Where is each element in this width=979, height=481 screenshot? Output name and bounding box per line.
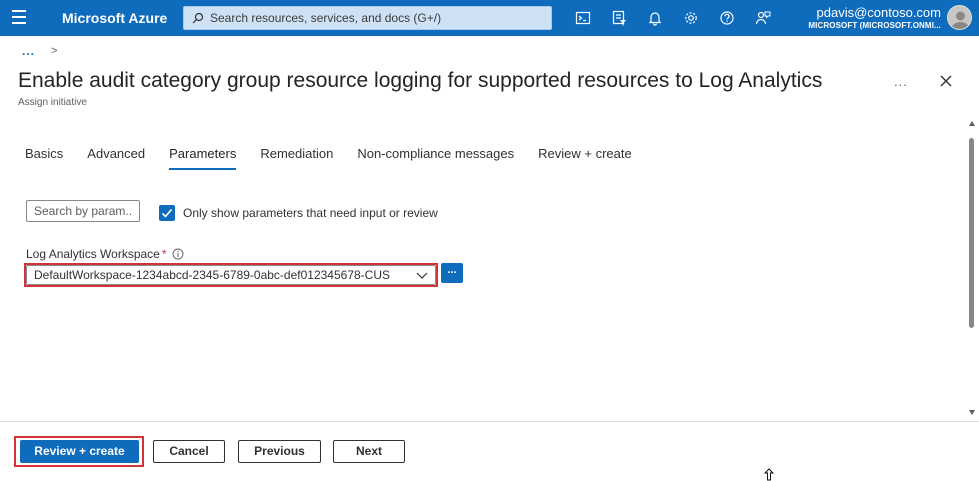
browse-workspace-button[interactable]: ... — [441, 263, 463, 283]
scroll-down-icon[interactable] — [968, 408, 976, 416]
previous-button[interactable]: Previous — [238, 440, 321, 463]
tab-parameters[interactable]: Parameters — [169, 146, 237, 170]
wizard-tabs: Basics Advanced Parameters Remediation N… — [25, 146, 656, 170]
page-title: Enable audit category group resource log… — [18, 69, 823, 92]
parameter-search-input[interactable] — [26, 200, 140, 222]
avatar[interactable] — [947, 5, 972, 30]
select-value: DefaultWorkspace-1234abcd-2345-6789-0abc… — [34, 268, 391, 282]
log-analytics-workspace-select[interactable]: DefaultWorkspace-1234abcd-2345-6789-0abc… — [26, 265, 436, 285]
help-icon[interactable] — [719, 10, 735, 26]
tab-remediation[interactable]: Remediation — [260, 146, 333, 170]
cancel-button[interactable]: Cancel — [153, 440, 225, 463]
account-email: pdavis@contoso.com — [816, 5, 941, 20]
notifications-icon[interactable] — [647, 10, 663, 26]
info-icon[interactable] — [172, 248, 184, 260]
checkbox-label: Only show parameters that need input or … — [183, 206, 438, 220]
tab-review-create[interactable]: Review + create — [538, 146, 632, 170]
brand-title[interactable]: Microsoft Azure — [62, 10, 167, 26]
page-subtitle: Assign initiative — [18, 97, 87, 108]
checkmark-icon — [161, 208, 173, 218]
log-analytics-workspace-label: Log Analytics Workspace * — [26, 247, 167, 261]
tab-non-compliance-messages[interactable]: Non-compliance messages — [357, 146, 514, 170]
mouse-cursor-icon — [763, 468, 775, 481]
review-create-button[interactable]: Review + create — [20, 440, 139, 463]
menu-icon[interactable] — [12, 10, 28, 26]
global-search-input[interactable] — [210, 11, 540, 25]
only-show-needed-checkbox[interactable] — [159, 205, 175, 221]
field-label-text: Log Analytics Workspace — [26, 247, 160, 261]
scroll-up-icon[interactable] — [968, 120, 976, 128]
search-icon — [192, 12, 204, 24]
global-search[interactable] — [183, 6, 552, 30]
tab-advanced[interactable]: Advanced — [87, 146, 145, 170]
more-options-button[interactable]: ... — [894, 74, 908, 89]
next-button[interactable]: Next — [333, 440, 405, 463]
scroll-thumb[interactable] — [969, 138, 974, 328]
directory-filter-icon[interactable] — [611, 10, 627, 26]
tab-basics[interactable]: Basics — [25, 146, 63, 170]
breadcrumb-ellipsis[interactable]: ... — [22, 44, 35, 58]
cloud-shell-icon[interactable] — [575, 10, 591, 26]
settings-icon[interactable] — [683, 10, 699, 26]
top-bar: Microsoft Azure pdavis@contoso.com MICRO… — [0, 0, 979, 36]
breadcrumb: ... > — [22, 44, 57, 58]
close-icon[interactable] — [938, 73, 954, 89]
feedback-icon[interactable] — [755, 10, 771, 26]
footer-bar — [0, 421, 979, 481]
account-info[interactable]: pdavis@contoso.com MICROSOFT (MICROSOFT.… — [808, 6, 941, 32]
user-avatar-icon — [951, 11, 970, 29]
required-marker: * — [161, 247, 167, 261]
chevron-down-icon — [416, 272, 428, 279]
scrollbar[interactable] — [966, 120, 978, 420]
chevron-right-icon: > — [51, 45, 58, 57]
account-tenant: MICROSOFT (MICROSOFT.ONMI... — [808, 21, 941, 30]
